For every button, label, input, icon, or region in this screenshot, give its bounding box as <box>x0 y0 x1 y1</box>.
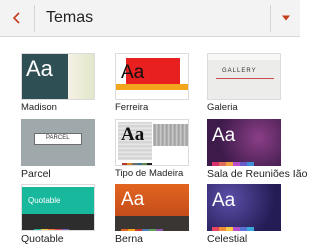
theme-thumbnail: Aa <box>207 184 281 231</box>
theme-galeria[interactable]: GALLERY Galeria <box>207 53 297 117</box>
theme-label: Celestial <box>207 233 248 245</box>
theme-thumbnail: Quotable <box>21 184 95 231</box>
theme-thumbnail: GALLERY <box>207 53 281 100</box>
theme-label: Ferreira <box>115 102 149 113</box>
thumb-text: Aa <box>212 190 236 211</box>
theme-quotable[interactable]: Quotable Quotable <box>21 184 111 248</box>
theme-thumbnail: Aa <box>207 119 281 166</box>
thumb-text: Quotable <box>28 196 61 205</box>
page-title: Temas <box>46 9 94 26</box>
caret-down-icon <box>281 15 290 21</box>
thumb-text: Aa <box>26 56 53 81</box>
header: Temas <box>0 0 300 37</box>
theme-label: Tipo de Madeira <box>115 168 184 179</box>
theme-parcel[interactable]: PARCEL Parcel <box>21 119 111 183</box>
chevron-left-icon <box>12 12 20 24</box>
theme-ferreira[interactable]: Aa Ferreira <box>115 53 205 117</box>
thumb-text: PARCEL <box>46 135 70 141</box>
theme-thumbnail: Aa <box>115 53 189 100</box>
theme-label: Sala de Reuniões Ião <box>207 168 308 180</box>
header-divider <box>34 5 35 32</box>
theme-thumbnail: PARCEL <box>21 119 95 166</box>
theme-thumbnail: Aa <box>115 184 189 231</box>
themes-grid: Aa Madison Aa Ferreira GALLERY Galeria P… <box>0 37 307 248</box>
thumb-text: Aa <box>121 189 145 210</box>
thumb-text: Aa <box>121 62 145 83</box>
thumb-text: Aa <box>212 125 236 146</box>
theme-madison[interactable]: Aa Madison <box>21 53 111 117</box>
theme-sala-de-reunioes-iao[interactable]: Aa Sala de Reuniões Ião <box>207 119 307 183</box>
theme-label: Parcel <box>21 168 51 180</box>
theme-label: Berna <box>115 233 144 245</box>
theme-label: Quotable <box>21 233 64 245</box>
back-button[interactable] <box>0 0 34 36</box>
dropdown-button[interactable] <box>271 0 300 36</box>
thumb-text: GALLERY <box>222 68 257 74</box>
theme-label: Madison <box>21 102 57 113</box>
theme-celestial[interactable]: Aa Celestial <box>207 184 297 248</box>
theme-thumbnail: Aa <box>21 53 95 100</box>
theme-thumbnail: Aa <box>115 119 189 166</box>
thumb-text: Aa <box>121 124 145 145</box>
theme-label: Galeria <box>207 102 238 113</box>
theme-tipo-de-madeira[interactable]: Aa Tipo de Madeira <box>115 119 205 183</box>
theme-berna[interactable]: Aa Berna <box>115 184 205 248</box>
